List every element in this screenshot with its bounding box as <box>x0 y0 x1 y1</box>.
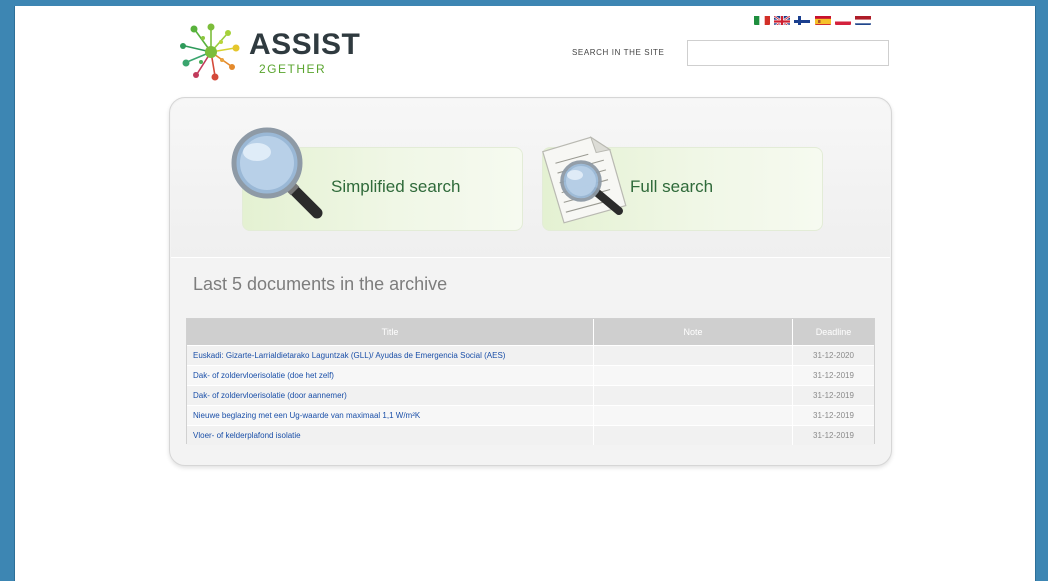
document-link[interactable]: Euskadi: Gizarte-Larrialdietarako Lagunt… <box>193 351 505 360</box>
archive-table: Title Note Deadline Euskadi: Gizarte-Lar… <box>186 318 875 445</box>
italian-flag[interactable] <box>754 14 770 25</box>
column-header-deadline[interactable]: Deadline <box>792 319 874 346</box>
document-note <box>593 405 793 426</box>
document-note <box>593 345 793 366</box>
document-deadline: 31-12-2019 <box>792 405 874 426</box>
logo-subtitle: 2GETHER <box>259 62 327 76</box>
document-note <box>593 425 793 445</box>
page-container: ASSIST 2GETHER SEARCH IN THE SITE Simpli… <box>14 6 1036 581</box>
search-options-area: Simplified search Full search <box>171 99 890 258</box>
table-row: Dak- of zoldervloerisolatie (door aannem… <box>187 385 874 406</box>
document-deadline: 31-12-2019 <box>792 365 874 386</box>
table-row: Euskadi: Gizarte-Larrialdietarako Lagunt… <box>187 345 874 366</box>
main-panel: Simplified search Full search Last 5 doc… <box>169 97 892 466</box>
site-logo[interactable]: ASSIST 2GETHER <box>175 20 360 81</box>
simplified-search-label: Simplified search <box>331 177 461 196</box>
full-search-label: Full search <box>630 177 714 196</box>
archive-section-title: Last 5 documents in the archive <box>193 274 448 294</box>
document-deadline: 31-12-2020 <box>792 345 874 366</box>
table-row: Dak- of zoldervloerisolatie (doe het zel… <box>187 365 874 386</box>
document-link[interactable]: Dak- of zoldervloerisolatie (doe het zel… <box>193 371 334 380</box>
dutch-flag[interactable] <box>855 14 871 25</box>
magnifier-icon <box>231 127 323 219</box>
document-link[interactable]: Nieuwe beglazing met een Ug-waarde van m… <box>193 411 420 420</box>
site-search-input[interactable] <box>687 40 889 66</box>
table-header-row: Title Note Deadline <box>187 319 874 346</box>
polish-flag[interactable] <box>835 14 851 25</box>
document-search-icon <box>542 136 627 224</box>
document-deadline: 31-12-2019 <box>792 385 874 406</box>
table-row: Vloer- of kelderplafond isolatie 31-12-2… <box>187 425 874 445</box>
document-link[interactable]: Dak- of zoldervloerisolatie (door aannem… <box>193 391 347 400</box>
logo-title: ASSIST <box>249 28 361 61</box>
site-search-label: SEARCH IN THE SITE <box>572 48 665 57</box>
column-header-note[interactable]: Note <box>593 319 793 346</box>
document-note <box>593 385 793 406</box>
document-deadline: 31-12-2019 <box>792 425 874 445</box>
logo-burst-icon <box>180 23 240 81</box>
spanish-flag[interactable] <box>815 14 831 25</box>
table-row: Nieuwe beglazing met een Ug-waarde van m… <box>187 405 874 426</box>
document-link[interactable]: Vloer- of kelderplafond isolatie <box>193 431 301 440</box>
column-header-title[interactable]: Title <box>187 319 594 346</box>
uk-flag[interactable] <box>774 14 790 25</box>
finnish-flag[interactable] <box>794 14 810 25</box>
document-note <box>593 365 793 386</box>
